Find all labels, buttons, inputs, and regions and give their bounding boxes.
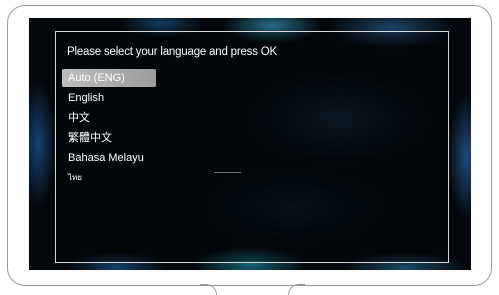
divider: [214, 172, 241, 173]
language-option-traditional-chinese[interactable]: 繁體中文: [56, 128, 448, 148]
language-option-label: Bahasa Melayu: [68, 152, 144, 164]
language-option-label: English: [68, 92, 105, 104]
language-option-english[interactable]: English: [56, 88, 448, 108]
language-option-label: 中文: [68, 112, 90, 124]
language-option-label: 繁體中文: [68, 132, 112, 144]
language-option-chinese[interactable]: 中文: [56, 108, 448, 128]
language-list: Auto (ENG) English 中文 繁體中文 Bahasa Melayu…: [56, 68, 448, 188]
language-option-auto[interactable]: Auto (ENG): [56, 68, 448, 88]
dialog-title: Please select your language and press OK: [67, 46, 277, 58]
language-option-label: ไทย: [68, 173, 82, 182]
language-option-bahasa-melayu[interactable]: Bahasa Melayu: [56, 148, 448, 168]
language-option-label: Auto (ENG): [68, 72, 125, 84]
language-option-thai[interactable]: ไทย: [56, 168, 448, 188]
language-dialog: Please select your language and press OK…: [55, 31, 449, 263]
